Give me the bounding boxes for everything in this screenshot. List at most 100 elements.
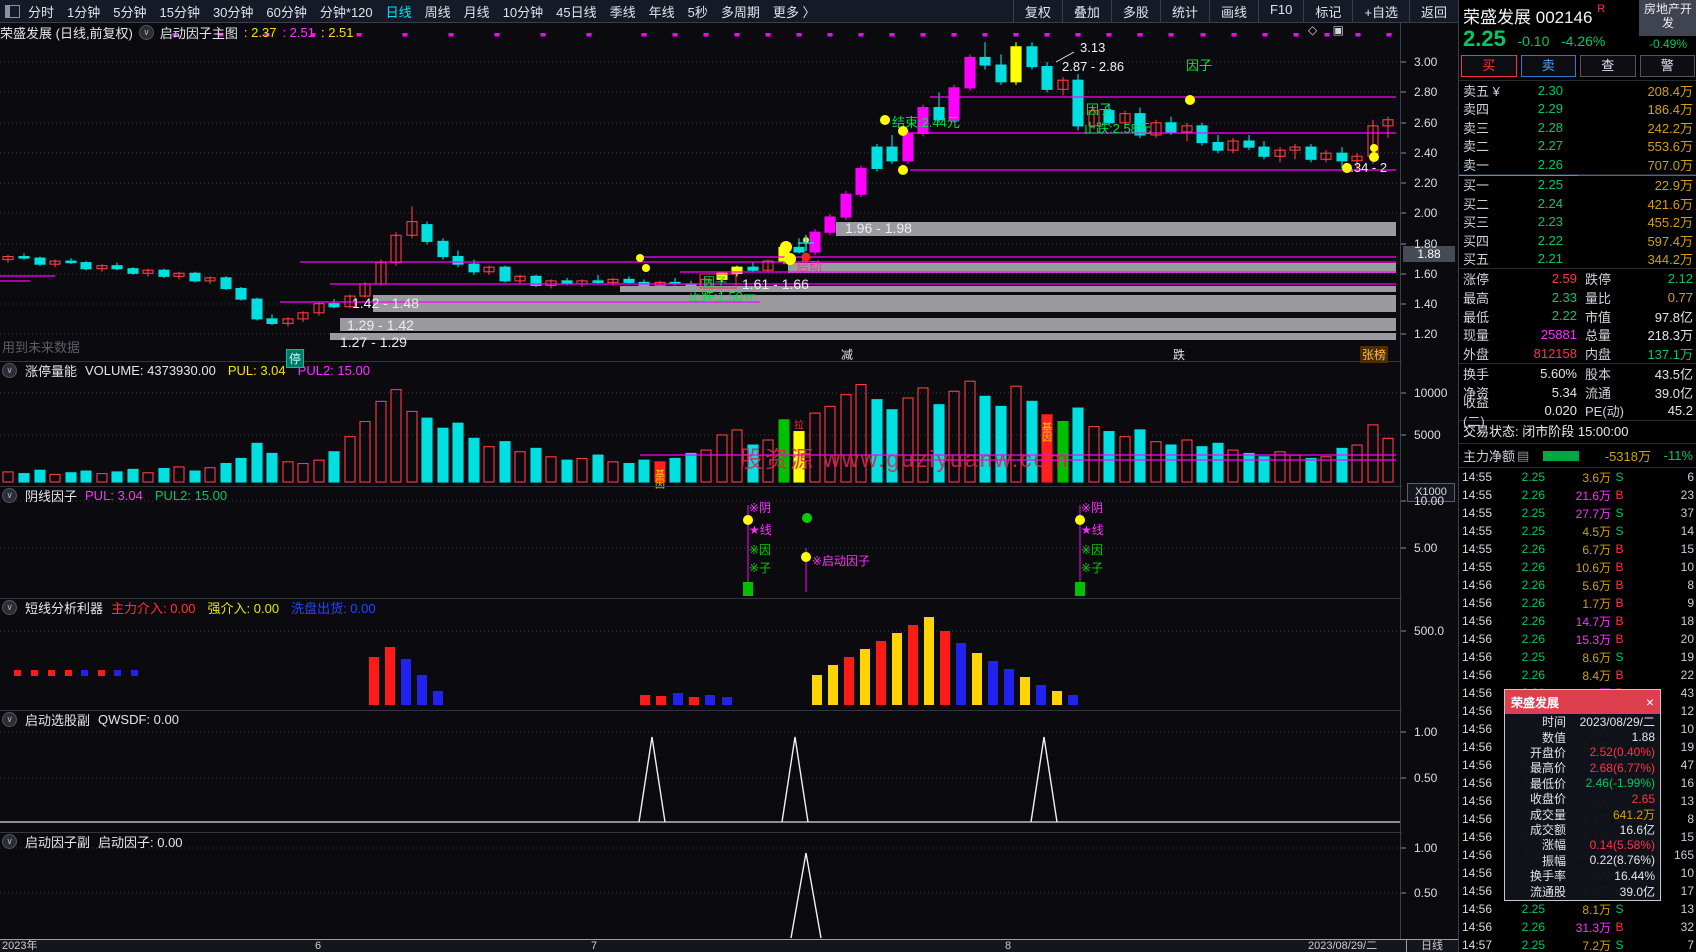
tools-menu-item-8[interactable]: 返回 [1409,0,1458,23]
tx-volume: 8.4万 [1545,667,1611,684]
sell-row-0[interactable]: 卖五 ¥2.30208.4万 [1459,81,1696,100]
period-menu-item-7[interactable]: 日线 [386,2,412,21]
period-menu-item-3[interactable]: 15分钟 [159,2,199,21]
tools-menu-item-7[interactable]: +自选 [1352,0,1409,23]
tools-menu-item-3[interactable]: 统计 [1160,0,1209,23]
tools-menu-item-4[interactable]: 画线 [1209,0,1258,23]
transaction-row-4[interactable]: 14:552.266.7万B15 [1459,540,1696,558]
period-menu-item-8[interactable]: 周线 [425,2,451,21]
candle-body [453,257,463,265]
tx-count: 14 [1628,524,1694,538]
industry-tag[interactable]: 房地产开发 -0.49% [1639,0,1696,52]
tools-menu-item-1[interactable]: 叠加 [1062,0,1111,23]
panel-button-卖[interactable]: 卖 [1521,55,1577,77]
window-icon[interactable] [5,5,20,18]
tools-menu-item-2[interactable]: 多股 [1111,0,1160,23]
chevron-down-icon[interactable]: ∨ [2,488,17,503]
signal-dot-top [1294,33,1299,37]
period-menu-item-1[interactable]: 1分钟 [67,2,100,21]
close-icon[interactable]: × [1646,694,1654,710]
chart-annotation-12: 1.29 - 1.42 [347,317,414,333]
buy-row-0[interactable]: 买一2.2522.9万 [1459,176,1696,195]
duanxian-bar [1068,695,1078,705]
sell-row-2[interactable]: 卖三2.28242.2万 [1459,118,1696,137]
transaction-row-10[interactable]: 14:562.258.6万S19 [1459,648,1696,666]
period-menu-item-4[interactable]: 30分钟 [213,2,253,21]
period-menu-item-0[interactable]: 分时 [28,2,54,21]
transaction-row-5[interactable]: 14:552.2610.6万B10 [1459,558,1696,576]
chart-corner-icons[interactable]: ◇ ▣ [1308,23,1350,37]
period-menu-item-12[interactable]: 季线 [610,2,636,21]
stock-name-code[interactable]: 荣盛发展 002146 R [1463,3,1605,28]
qidong1-pane-header: ∨ 启动选股副 QWSDF: 0.00 [0,710,1402,728]
panel-button-买[interactable]: 买 [1461,55,1517,77]
buy-row-1[interactable]: 买二2.24421.6万 [1459,194,1696,213]
qidong1-pane-title[interactable]: 启动选股副 [25,710,90,729]
period-menu-item-16[interactable]: 更多 〉 [773,2,816,21]
candle-body [903,133,913,160]
tools-menu-item-6[interactable]: 标记 [1303,0,1352,23]
period-label[interactable]: 日线 [1406,940,1457,952]
sell-row-3[interactable]: 卖二2.27553.6万 [1459,137,1696,156]
duanxian-pane-values: 主力介入: 0.00强介入: 0.00洗盘出货: 0.00 [111,598,388,617]
main-indicator-label[interactable]: 启动因子主图 [160,23,238,42]
period-menu-item-14[interactable]: 5秒 [688,2,708,21]
transaction-row-2[interactable]: 14:552.2527.7万S37 [1459,504,1696,522]
info-popup-header[interactable]: 荣盛发展 × [1505,690,1660,714]
qidong2-pane-title[interactable]: 启动因子副 [25,832,90,851]
period-menu-item-6[interactable]: 分钟*120 [320,2,373,21]
transaction-row-6[interactable]: 14:562.265.6万B8 [1459,576,1696,594]
volume-axis-tick-0: 10000 [1414,386,1447,400]
stats1-row-2: 最低2.22市值97.8亿 [1459,307,1696,326]
buy-row-2[interactable]: 买三2.23455.2万 [1459,213,1696,232]
period-menu-item-2[interactable]: 5分钟 [113,2,146,21]
duanxian-bar [673,693,683,705]
sell-row-1[interactable]: 卖四2.29186.4万 [1459,100,1696,119]
signal-dot-yellow [1185,95,1195,105]
qidong1-pane-values: QWSDF: 0.00 [98,712,191,727]
tx-price: 2.26 [1499,488,1545,502]
duanxian-pane-title[interactable]: 短线分析利器 [25,598,103,617]
tools-menu-item-0[interactable]: 复权 [1013,0,1062,23]
panel-button-查[interactable]: 查 [1580,55,1636,77]
transaction-row-3[interactable]: 14:552.254.5万S14 [1459,522,1696,540]
transaction-row-7[interactable]: 14:562.261.7万B9 [1459,594,1696,612]
popup-value: 2.65 [1566,792,1655,806]
transaction-row-8[interactable]: 14:562.2614.7万B18 [1459,612,1696,630]
sell-label: 卖五 ¥ [1463,81,1505,100]
period-menu-item-15[interactable]: 多周期 [721,2,760,21]
transaction-row-24[interactable]: 14:562.258.1万S13 [1459,900,1696,918]
date-axis[interactable]: 日线 2023年6782023/08/29/二 [0,939,1458,952]
period-menu-item-5[interactable]: 60分钟 [266,2,306,21]
chevron-down-icon[interactable]: ∨ [2,363,17,378]
chevron-down-icon[interactable]: ∨ [2,712,17,727]
transaction-row-9[interactable]: 14:562.2615.3万B20 [1459,630,1696,648]
yinxian-pane-title[interactable]: 阴线因子 [25,486,77,505]
list-icon[interactable]: ▤ [1517,448,1529,464]
chevron-down-icon[interactable]: ∨ [2,600,17,615]
main-axis-tick-7: 1.60 [1414,267,1437,281]
action-buttons: 买卖查警 [1461,55,1695,77]
transaction-row-1[interactable]: 14:552.2621.6万B23 [1459,486,1696,504]
transaction-row-26[interactable]: 14:572.257.2万S7 [1459,936,1696,952]
period-menu-item-13[interactable]: 年线 [649,2,675,21]
chevron-down-icon[interactable]: ∨ [139,25,154,40]
signal-dot-top [449,33,454,37]
period-menu-item-11[interactable]: 45日线 [556,2,596,21]
sell-row-4[interactable]: 卖一2.26707.0万 [1459,155,1696,174]
volume-pane-title[interactable]: 涨停量能 [25,361,77,380]
period-menu-item-9[interactable]: 月线 [464,2,490,21]
tx-time: 14:56 [1462,578,1499,592]
transaction-row-11[interactable]: 14:562.268.4万B22 [1459,666,1696,684]
chevron-down-icon[interactable]: ∨ [2,834,17,849]
transaction-row-0[interactable]: 14:552.253.6万S6 [1459,468,1696,486]
tools-menu-item-5[interactable]: F10 [1258,0,1303,23]
duanxian-bar [860,649,870,705]
period-menu-item-10[interactable]: 10分钟 [503,2,543,21]
transaction-row-25[interactable]: 14:562.2631.3万B32 [1459,918,1696,936]
panel-button-警[interactable]: 警 [1640,55,1696,77]
buy-row-4[interactable]: 买五2.21344.2万 [1459,250,1696,269]
volume-bar [283,462,293,482]
buy-row-3[interactable]: 买四2.22597.4万 [1459,231,1696,250]
buy-volume: 455.2万 [1563,212,1693,231]
